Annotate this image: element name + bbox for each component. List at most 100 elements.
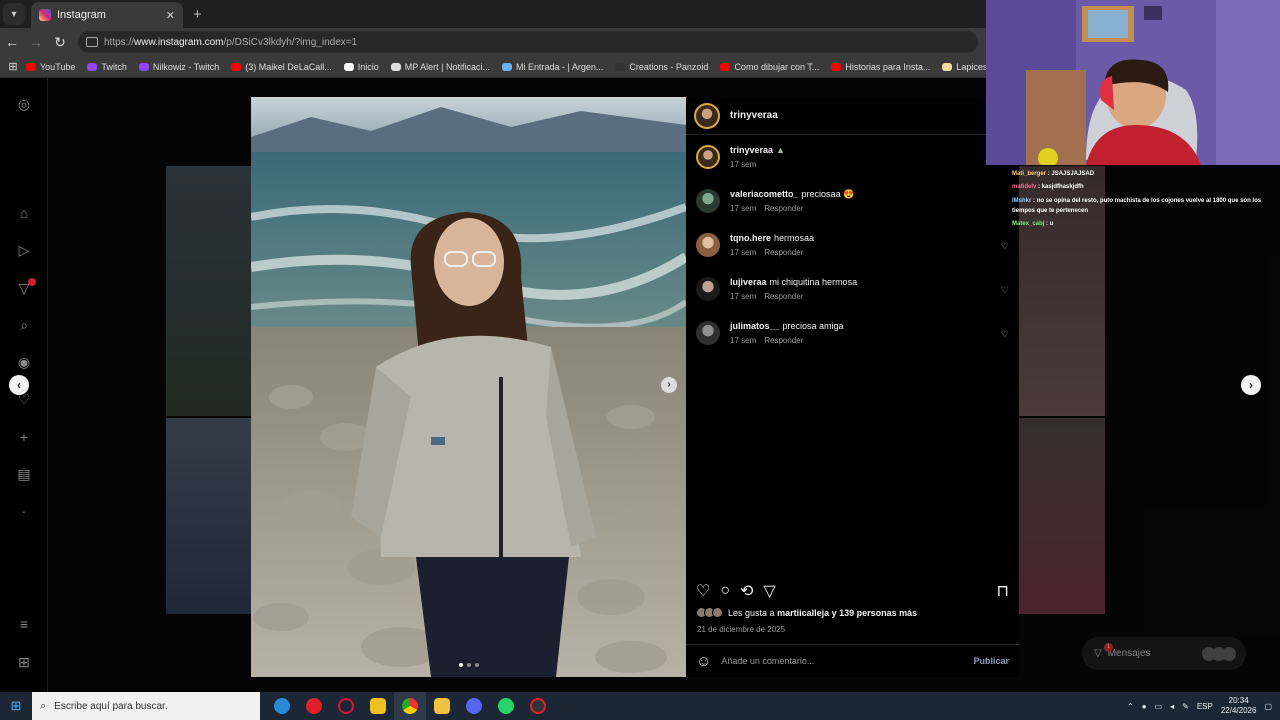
reels-icon[interactable]: ▷ [16,242,32,258]
post-photo-illustration [251,97,686,677]
caption-time: 17 sem [730,160,757,169]
url-prefix: https:// [104,36,135,48]
commenter-avatar[interactable] [696,277,720,301]
more-apps-icon[interactable]: ⊞ [16,654,32,670]
tab-close-icon[interactable]: ✕ [166,9,175,22]
background-thumbnail [166,418,252,614]
store-icon[interactable] [362,692,394,720]
bookmark-inicio[interactable]: Inicio [343,62,379,72]
screen: ▾ Instagram ✕ + ← → ↻ https://www.instag… [0,0,1280,720]
caption-text: ▲ [776,145,785,155]
reply-link[interactable]: Responder [764,336,803,345]
dashboard-icon[interactable]: ▤ [16,466,32,482]
profile-icon[interactable]: · [16,503,32,519]
taskbar-search[interactable]: ⌕ Escribe aquí para buscar. [32,692,260,720]
bookmark-como-dibujar[interactable]: Como dibujar con T... [720,62,819,72]
forward-arrow-icon[interactable]: → [24,34,48,50]
publish-button[interactable]: Publicar [973,656,1009,666]
reply-link[interactable]: Responder [764,204,803,213]
chat-message: IMshkr : no se opina del resto, puto mac… [1012,198,1262,214]
chrome-icon[interactable] [394,692,426,720]
next-image-icon[interactable]: › [661,377,677,393]
network-icon[interactable]: ▭ [1155,702,1163,711]
commenter-username[interactable]: julimatos__ [730,321,780,331]
clock[interactable]: 20:34 22/4/2026 [1221,696,1257,716]
repost-icon[interactable]: ⟲ [740,581,753,601]
likes-prefix: Les gusta a [728,607,775,618]
ticket-icon [502,62,512,71]
author-avatar[interactable] [694,102,720,129]
next-post-icon[interactable]: › [1241,375,1261,395]
messages-button[interactable]: ▽ 1 Mensajes [1082,637,1246,670]
caption-username[interactable]: trinyveraa [730,145,773,155]
comment-like-heart-icon[interactable]: ♡ [1001,329,1009,340]
caption-avatar[interactable] [696,145,720,169]
bookmark-maikel[interactable]: (3) Maikel DeLaCall... [231,62,332,72]
explore-icon[interactable]: ◉ [16,354,32,370]
notifications-icon[interactable]: ▢ [1264,702,1272,711]
bookmark-panzoid[interactable]: Creations - Panzoid [615,62,708,72]
comment-like-heart-icon[interactable]: ♡ [1001,241,1009,252]
comment-bubble-icon[interactable]: ○ [720,582,730,600]
site-info-icon[interactable] [86,37,98,47]
comment-like-heart-icon[interactable]: ♡ [1001,285,1009,296]
apps-grid-icon[interactable]: ⊞ [0,60,26,73]
commenter-username[interactable]: lujiveraa [730,277,767,287]
windows-start-icon[interactable]: ⊞ [0,698,32,714]
whatsapp-icon[interactable] [490,692,522,720]
instagram-favicon-icon [39,9,51,21]
new-tab-button[interactable]: + [193,6,202,23]
commenter-username[interactable]: valeriacometto_ [730,189,799,199]
tab-search-button[interactable]: ▾ [3,3,25,25]
share-send-icon[interactable]: ▽ [763,581,775,601]
likes-user[interactable]: martiicalleja [777,608,829,618]
tab-instagram[interactable]: Instagram ✕ [31,2,183,28]
bookmark-youtube[interactable]: YouTube [26,62,75,72]
reply-link[interactable]: Responder [764,248,803,257]
home-icon[interactable]: ⌂ [16,205,32,221]
opera-gx-icon[interactable] [330,692,362,720]
tab-title: Instagram [57,9,106,21]
back-arrow-icon[interactable]: ← [0,34,24,50]
pen-icon[interactable]: ✎ [1182,702,1189,711]
create-plus-icon[interactable]: + [16,429,32,445]
bookmark-nilkowiz[interactable]: Nilkowiz - Twitch [138,62,219,72]
commenter-username[interactable]: tqno.here [730,233,771,243]
bookmark-historias[interactable]: Historias para Insta... [831,62,930,72]
bookmark-mp-alert[interactable]: MP Alert | Notificaci... [390,62,490,72]
bookmark-twitch[interactable]: Twitch [87,62,127,72]
commenter-avatar[interactable] [696,321,720,345]
commenter-avatar[interactable] [696,189,720,213]
search-icon[interactable]: ⌕ [16,317,32,333]
x-icon [343,62,354,71]
chat-message: Matex_cabj : u [1012,221,1054,227]
tray-chevron-icon[interactable]: ⌃ [1127,702,1134,711]
language-indicator[interactable]: ESP [1197,702,1213,711]
like-heart-icon[interactable]: ♡ [696,581,710,601]
likes-suffix[interactable]: y 139 personas más [832,608,918,618]
comment-text: mi chiquitina hermosa [769,277,858,287]
microphone-icon[interactable]: ● [1142,702,1147,711]
comment-item: lujiveraa mi chiquitina hermosa 17 sem Res… [686,275,1019,319]
instagram-logo-icon[interactable]: ◎ [16,96,32,112]
comment-time: 17 sem [730,336,757,345]
save-bookmark-icon[interactable]: ⊓ [997,581,1009,601]
comment-input[interactable] [721,656,974,666]
opera-icon[interactable] [298,692,330,720]
emoji-picker-icon[interactable]: ☺ [696,653,711,670]
author-username[interactable]: trinyveraa [730,110,778,121]
menu-icon[interactable]: ≡ [16,616,32,632]
bookmark-mi-entrada[interactable]: Mi Entrada - | Argen... [502,62,603,72]
url-input[interactable]: https://www.instagram.com/p/DSiCv3lkdyh/… [78,31,978,53]
edge-icon[interactable] [266,692,298,720]
reply-link[interactable]: Responder [764,292,803,301]
commenter-avatar[interactable] [696,233,720,257]
likes-summary[interactable]: Les gusta a martiicalleja y 139 personas… [696,607,917,618]
volume-icon[interactable]: ◂ [1170,702,1174,711]
obs-icon[interactable] [522,692,554,720]
youtube-icon [26,62,36,71]
discord-icon[interactable] [458,692,490,720]
reload-icon[interactable]: ↻ [48,34,72,51]
file-explorer-icon[interactable] [426,692,458,720]
previous-post-icon[interactable]: ‹ [9,375,29,395]
